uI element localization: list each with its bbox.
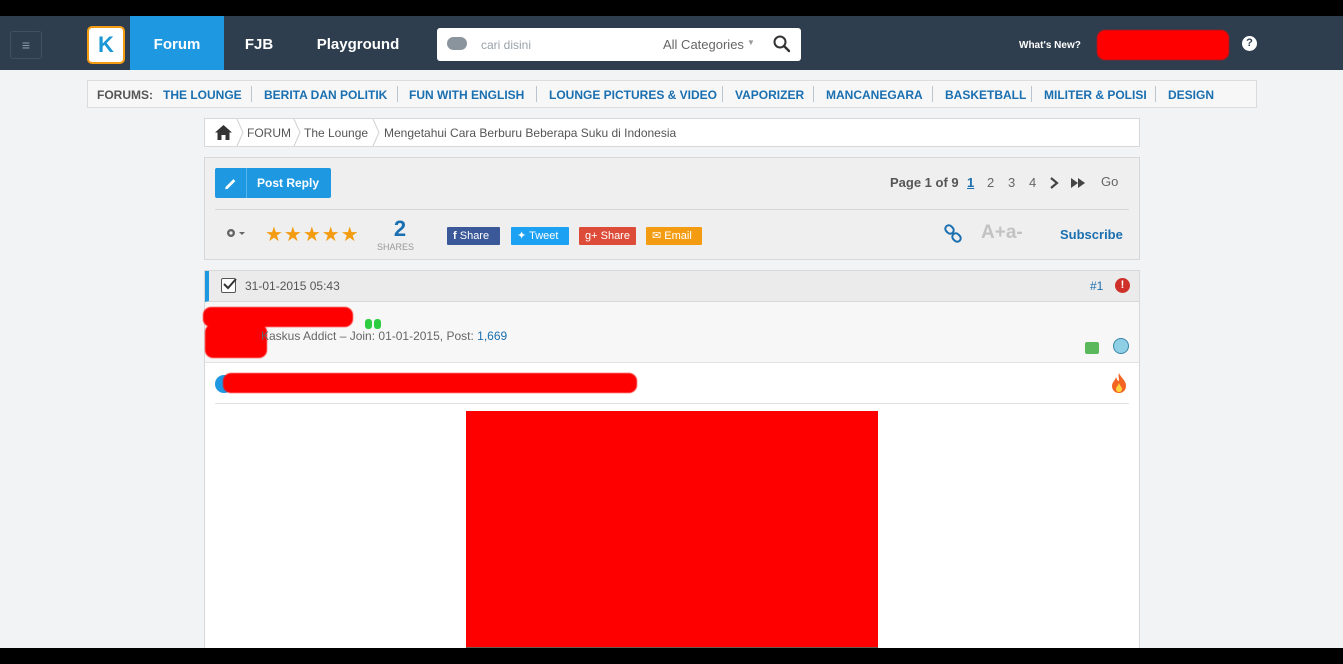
emoticon-icon[interactable]	[1113, 338, 1129, 354]
page-link-1[interactable]: 1	[967, 175, 974, 190]
tab-fjb[interactable]: FJB	[236, 16, 282, 70]
pencil-icon	[225, 168, 247, 198]
page-link-2[interactable]: 2	[987, 175, 994, 190]
forum-link-mancanegara[interactable]: MANCANEGARA	[826, 88, 923, 102]
twitter-share-label: Tweet	[529, 230, 559, 242]
forum-link-the-lounge[interactable]: THE LOUNGE	[163, 88, 242, 102]
email-icon: ✉	[652, 230, 665, 242]
last-page-icon[interactable]	[1070, 176, 1086, 190]
user-post-count[interactable]: 1,669	[477, 329, 507, 343]
thread-rating-stars[interactable]: ★★★★★	[265, 222, 360, 247]
logo-letter: K	[98, 32, 114, 57]
search-icon[interactable]	[772, 34, 792, 54]
page-link-4[interactable]: 4	[1029, 175, 1036, 190]
post-date: 31-01-2015 05:43	[245, 279, 340, 293]
go-button[interactable]: Go	[1101, 174, 1118, 189]
forum-link-vaporizer[interactable]: VAPORIZER	[735, 88, 804, 102]
help-icon[interactable]: ?	[1242, 36, 1257, 51]
report-icon[interactable]: !	[1115, 278, 1130, 293]
divider	[1031, 86, 1032, 102]
facebook-share-label: Share	[459, 230, 490, 242]
breadcrumb-thread-title: Mengetahui Cara Berburu Beberapa Suku di…	[384, 126, 677, 140]
tab-forum[interactable]: Forum	[130, 16, 224, 70]
post-header: 31-01-2015 05:43 #1 !	[205, 271, 1139, 302]
category-select[interactable]: All Categories	[663, 37, 744, 52]
divider	[397, 86, 398, 102]
image-bottom-edge	[466, 647, 878, 648]
badge-icon[interactable]	[1085, 342, 1099, 354]
next-page-icon[interactable]	[1048, 176, 1060, 190]
divider	[813, 86, 814, 102]
fire-icon	[1112, 373, 1126, 393]
gear-icon[interactable]	[225, 226, 247, 240]
forums-bar: FORUMS: THE LOUNGE BERITA DAN POLITIK FU…	[87, 80, 1257, 108]
breadcrumb-separator	[236, 119, 244, 146]
google-plus-icon: g+	[585, 230, 601, 242]
checkmark-icon	[223, 278, 237, 290]
chevron-down-icon: ▼	[747, 38, 755, 47]
forum-page: ≡ K Forum FJB Playground All Categories …	[0, 16, 1343, 648]
facebook-share-button[interactable]: f Share	[447, 227, 500, 245]
redacted-username[interactable]	[1097, 30, 1229, 60]
font-size-icon[interactable]: A+a-	[981, 222, 1023, 244]
twitter-icon: ✦	[517, 230, 530, 242]
breadcrumb: FORUM The Lounge Mengetahui Cara Berburu…	[204, 118, 1140, 147]
checkbox-icon[interactable]	[221, 278, 237, 293]
user-join-date: Join: 01-01-2015	[349, 329, 440, 343]
user-rank: Kaskus Addict	[261, 329, 337, 343]
search-bar: All Categories ▼	[437, 28, 801, 61]
breadcrumb-the-lounge[interactable]: The Lounge	[304, 126, 368, 140]
email-share-button[interactable]: ✉ Email	[646, 227, 702, 245]
page-indicator: Page 1 of 9	[890, 175, 959, 190]
user-meta: Kaskus Addict – Join: 01-01-2015, Post: …	[261, 329, 508, 343]
link-icon[interactable]	[943, 224, 963, 244]
breadcrumb-separator	[372, 119, 380, 146]
hamburger-icon[interactable]: ≡	[10, 31, 42, 59]
divider	[536, 86, 537, 102]
forum-link-lounge-pictures-video[interactable]: LOUNGE PICTURES & VIDEO	[549, 88, 717, 102]
chat-bubble-icon	[447, 37, 467, 50]
toolbar-divider	[215, 209, 1129, 210]
subscribe-button[interactable]: Subscribe	[1060, 227, 1123, 242]
forum-link-militer-polisi[interactable]: MILITER & POLISI	[1044, 88, 1147, 102]
thread-toolbar: Post Reply Page 1 of 9 1 2 3 4 Go ★★★★★ …	[204, 157, 1140, 260]
forum-link-basketball[interactable]: BASKETBALL	[945, 88, 1026, 102]
kaskus-logo[interactable]: K	[87, 26, 125, 64]
top-navbar: ≡ K Forum FJB Playground All Categories …	[0, 16, 1343, 70]
google-plus-share-button[interactable]: g+ Share	[579, 227, 636, 245]
post-number[interactable]: #1	[1090, 279, 1103, 293]
shares-label: SHARES	[377, 242, 415, 252]
breadcrumb-separator	[293, 119, 301, 146]
redacted-avatar[interactable]	[205, 324, 267, 358]
divider	[722, 86, 723, 102]
breadcrumb-forum[interactable]: FORUM	[247, 126, 291, 140]
forum-link-design[interactable]: DESIGN	[1168, 88, 1214, 102]
user-post-label: Post:	[446, 329, 474, 343]
redacted-post-title	[223, 373, 637, 393]
tab-playground[interactable]: Playground	[306, 16, 410, 70]
facebook-icon: f	[453, 230, 460, 242]
google-plus-share-label: Share	[600, 230, 630, 242]
home-icon[interactable]	[215, 125, 232, 140]
forums-label: FORUMS:	[97, 88, 153, 102]
email-share-label: Email	[664, 230, 692, 242]
whats-new-link[interactable]: What's New?	[1019, 40, 1081, 51]
post-author-row: Kaskus Addict – Join: 01-01-2015, Post: …	[203, 302, 1139, 363]
post-reply-label: Post Reply	[257, 176, 320, 190]
twitter-share-button[interactable]: ✦ Tweet	[511, 227, 569, 245]
forum-link-berita-dan-politik[interactable]: BERITA DAN POLITIK	[264, 88, 387, 102]
post-reply-button[interactable]: Post Reply	[215, 168, 331, 198]
redacted-post-image[interactable]	[466, 411, 878, 647]
shares-count: 2	[393, 216, 407, 241]
post-title-row	[215, 363, 1129, 404]
divider	[932, 86, 933, 102]
divider	[251, 86, 252, 102]
forum-link-fun-with-english[interactable]: FUN WITH ENGLISH	[409, 88, 524, 102]
divider	[1155, 86, 1156, 102]
post-card: 31-01-2015 05:43 #1 ! Kaskus Addict – Jo…	[203, 270, 1140, 648]
page-link-3[interactable]: 3	[1008, 175, 1015, 190]
search-input[interactable]	[481, 34, 631, 56]
